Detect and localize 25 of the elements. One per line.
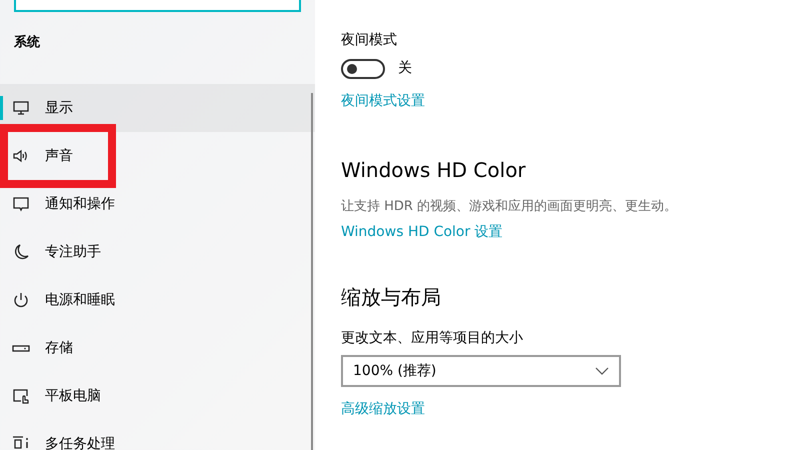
description: 让支持 HDR 的视频、游戏和应用的画面更明亮、更生动。 [341,198,678,216]
sidebar-item[interactable]: 声音 [0,124,116,188]
scrollbar[interactable] [311,93,313,450]
section-heading: 缩放与布局 [341,284,442,310]
moon-icon [12,243,30,261]
setting-label: 更改文本、应用等项目的大小 [341,329,524,348]
chevron-down-icon [595,367,609,375]
sidebar-item[interactable]: 平板电脑 [0,372,315,420]
message-icon [12,195,30,213]
sidebar-item[interactable]: 电源和睡眠 [0,276,315,324]
section-heading: Windows HD Color [341,157,527,183]
speaker-icon [12,147,30,165]
sidebar-item[interactable]: 显示 [0,84,315,132]
sidebar-heading: 系统 [14,34,41,52]
sidebar-item[interactable]: 多任务处理 [0,420,315,450]
sidebar-item[interactable]: 专注助手 [0,228,315,276]
display-icon [12,99,30,117]
dropdown[interactable]: 100% (推荐) [341,355,621,387]
tablet-icon [12,387,30,405]
sidebar-item[interactable]: 存储 [0,324,315,372]
setting-label: 夜间模式 [341,31,398,50]
toggle-state: 关 [398,59,412,78]
power-icon [12,291,30,309]
toggle-switch[interactable] [341,58,385,78]
multitask-icon [12,435,30,450]
